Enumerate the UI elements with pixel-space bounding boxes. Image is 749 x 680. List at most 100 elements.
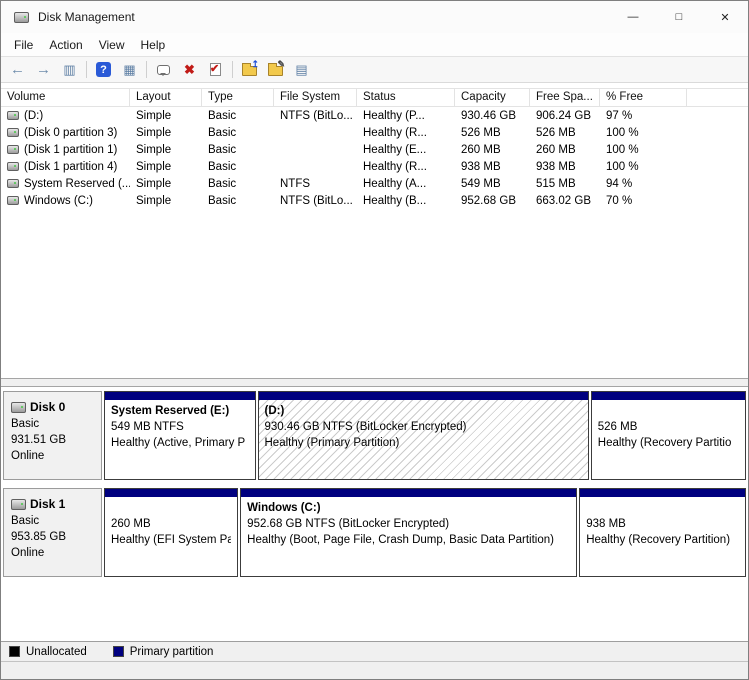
disk-0-info[interactable]: Disk 0 Basic 931.51 GB Online [3,391,102,480]
partition-size-line: 930.46 GB NTFS (BitLocker Encrypted) [264,421,467,433]
action-pane-icon [157,64,170,76]
show-console-tree-button[interactable]: ▥ [57,58,82,81]
cell-status: Healthy (R... [363,126,427,139]
cell-type: Basic [208,194,237,207]
menu-file[interactable]: File [6,35,41,55]
partition-size-line: 260 MB [111,518,151,530]
partition-disk0-recovery[interactable]: 526 MB Healthy (Recovery Partitio [590,391,746,480]
menubar: File Action View Help [1,33,748,56]
delete-volume-button[interactable]: ✖ [177,58,202,81]
disk-0-row: Disk 0 Basic 931.51 GB Online System Res… [3,391,746,480]
partition-windows-c[interactable]: Windows (C:) 952.68 GB NTFS (BitLocker E… [240,488,578,577]
properties-button[interactable]: ▤ [289,58,314,81]
window-title: Disk Management [38,10,135,24]
column-header-status[interactable]: Status [357,89,455,106]
cell-pct-free: 94 % [606,177,633,190]
titlebar: Disk Management — □ ✕ [1,1,748,33]
export-list-button[interactable]: ▦ [117,58,142,81]
change-drive-letter-button[interactable]: ↥ [237,58,262,81]
cell-free-space: 515 MB [536,177,576,190]
partition-status-line: Healthy (Boot, Page File, Crash Dump, Ba… [247,533,554,546]
action-pane-button[interactable] [151,58,176,81]
partition-color-bar [591,392,745,400]
disk-1-info[interactable]: Disk 1 Basic 953.85 GB Online [3,488,102,577]
cell-capacity: 938 MB [461,160,501,173]
cell-file-system: NTFS (BitLo... [280,109,353,122]
cell-status: Healthy (P... [363,109,425,122]
volume-row-disk1-partition1[interactable]: (Disk 1 partition 1) Simple Basic Health… [1,141,748,158]
help-button[interactable]: ? [91,58,116,81]
close-button[interactable]: ✕ [702,1,748,33]
cell-capacity: 549 MB [461,177,501,190]
back-button[interactable]: ← [5,58,30,81]
cell-pct-free: 97 % [606,109,633,122]
partition-title: Windows (C:) [247,502,321,514]
volume-row-disk1-partition4[interactable]: (Disk 1 partition 4) Simple Basic Health… [1,158,748,175]
cell-free-space: 526 MB [536,126,576,139]
change-drive-letter-icon: ↥ [242,59,259,76]
cell-layout: Simple [136,143,172,156]
volume-row-system-reserved[interactable]: System Reserved (... Simple Basic NTFS H… [1,175,748,192]
cell-layout: Simple [136,126,172,139]
partition-size-line: 526 MB [597,421,638,433]
menu-help[interactable]: Help [133,35,174,55]
column-header-type[interactable]: Type [202,89,274,106]
column-header-file-system[interactable]: File System [274,89,357,106]
partition-title [598,404,739,420]
disk-1-row: Disk 1 Basic 953.85 GB Online 260 MB Hea… [3,488,746,577]
format-button[interactable]: ✎ [263,58,288,81]
legend: Unallocated Primary partition [1,641,748,661]
volume-icon [7,162,19,171]
cell-capacity: 930.46 GB [461,109,516,122]
cell-type: Basic [208,160,237,173]
forward-button[interactable]: → [31,58,56,81]
minimize-button[interactable]: — [610,1,656,33]
cell-status: Healthy (A... [363,177,427,190]
partition-title: (D:) [264,405,285,417]
cell-volume: (Disk 1 partition 1) [1,144,130,156]
partition-disk1-efi[interactable]: 260 MB Healthy (EFI System Pa [104,488,239,577]
disk-type: Basic [11,418,40,430]
cell-pct-free: 100 % [606,126,639,139]
primary-partition-swatch [112,646,124,657]
cell-file-system: NTFS (BitLo... [280,194,353,207]
column-header-layout[interactable]: Layout [130,89,202,106]
menu-action[interactable]: Action [41,35,90,55]
disk-icon [11,401,26,413]
cell-pct-free: 100 % [606,143,639,156]
partition-d[interactable]: (D:) 930.46 GB NTFS (BitLocker Encrypted… [257,391,589,480]
partition-disk1-recovery[interactable]: 938 MB Healthy (Recovery Partition) [579,488,746,577]
partition-color-bar [105,392,255,400]
legend-label: Primary partition [129,645,214,658]
disk-icon [11,498,26,510]
column-header-filler [687,89,748,106]
app-icon [14,11,29,23]
partition-title [111,501,231,517]
mark-active-button[interactable]: ✔ [203,58,228,81]
volume-row-disk0-partition3[interactable]: (Disk 0 partition 3) Simple Basic Health… [1,124,748,141]
partition-system-reserved-e[interactable]: System Reserved (E:) 549 MB NTFS Healthy… [104,391,256,480]
partition-color-bar [258,392,588,400]
window-controls: — □ ✕ [610,1,748,33]
volume-row-windows-c[interactable]: Windows (C:) Simple Basic NTFS (BitLo...… [1,192,748,209]
disk-size: 931.51 GB [11,434,66,446]
partition-title [586,501,739,517]
column-header-free-space[interactable]: Free Spa... [530,89,600,106]
disk-type: Basic [11,515,40,527]
cell-layout: Simple [136,109,172,122]
pane-splitter[interactable] [1,378,748,387]
cell-status: Healthy (B... [363,194,427,207]
disk-name: Disk 1 [30,497,66,511]
maximize-button[interactable]: □ [656,1,702,33]
help-icon: ? [96,62,111,77]
partition-color-bar [580,489,745,497]
disk-1-partitions: 260 MB Healthy (EFI System Pa Windows (C… [104,488,746,577]
column-header-volume[interactable]: Volume [1,89,130,106]
column-header-pct-free[interactable]: % Free [600,89,687,106]
partition-status-line: Healthy (Primary Partition) [264,436,400,449]
column-header-capacity[interactable]: Capacity [455,89,530,106]
volume-row-d[interactable]: (D:) Simple Basic NTFS (BitLo... Healthy… [1,107,748,124]
volume-icon [7,196,19,205]
disk-status: Online [11,547,45,559]
menu-view[interactable]: View [91,35,133,55]
